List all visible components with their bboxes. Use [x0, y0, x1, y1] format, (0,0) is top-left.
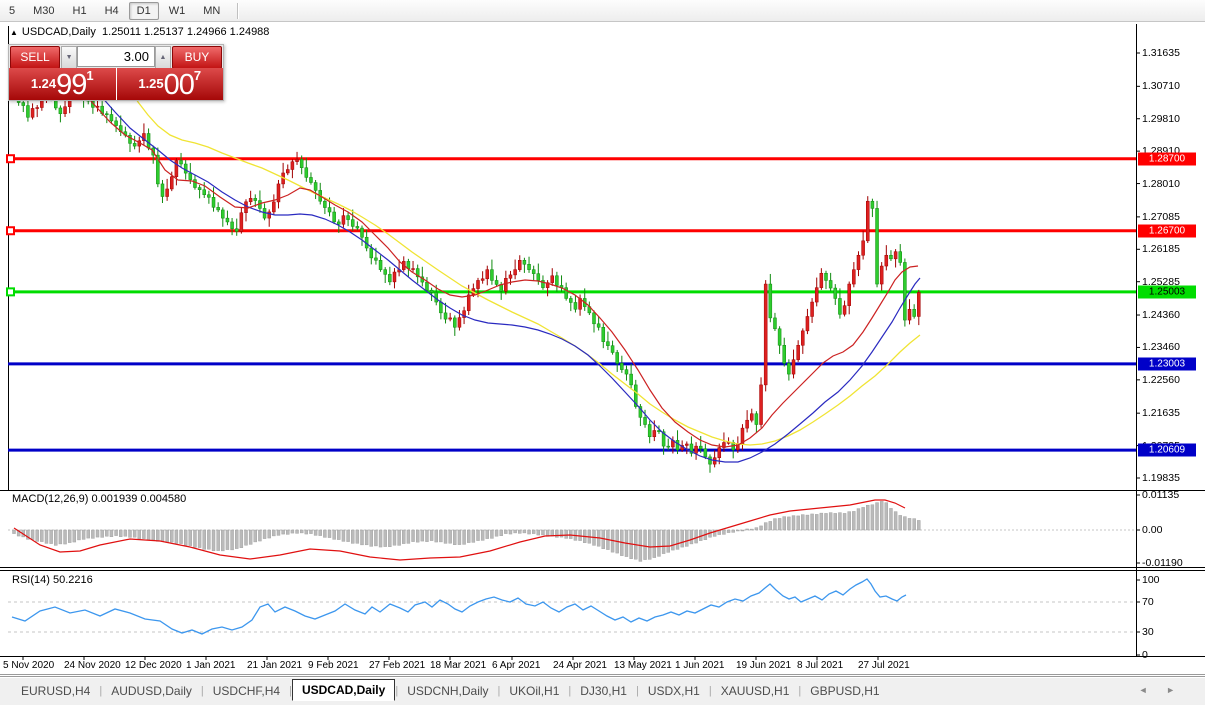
date-axis-label: 13 May 2021 [614, 660, 672, 671]
rsi-axis-label: 70 [1142, 596, 1154, 608]
volume-input[interactable] [77, 46, 155, 67]
macd-panel [8, 500, 1136, 561]
timeframe-button-h1[interactable]: H1 [65, 2, 95, 20]
date-axis-label: 19 Jun 2021 [736, 660, 791, 671]
volume-decrease-button[interactable]: ▼ [61, 46, 77, 69]
timeframe-button-w1[interactable]: W1 [161, 2, 194, 20]
mt4-window: 5M30H1H4D1W1MN ▲ USDCAD,Daily 1.25011 1.2… [0, 0, 1205, 705]
chart-expand-icon[interactable]: ▲ [10, 28, 18, 37]
sell-price-sup: 1 [86, 68, 93, 83]
chart-canvas[interactable] [0, 0, 1205, 705]
date-axis-label: 18 Mar 2021 [430, 660, 486, 671]
tab-usdcnh-daily[interactable]: USDCNH,Daily [398, 681, 497, 701]
rsi-axis-label: 30 [1142, 626, 1154, 638]
sell-price-main: 99 [56, 69, 86, 100]
timeframe-button-m30[interactable]: M30 [25, 2, 62, 20]
price-axis-label: 1.23460 [1142, 341, 1180, 353]
rsi-indicator-label: RSI(14) 50.2216 [12, 574, 93, 586]
axis-tick-marks [23, 53, 1140, 660]
toolbar-separator [237, 3, 239, 19]
price-axis-label: 1.24360 [1142, 309, 1180, 321]
date-axis-label: 6 Apr 2021 [492, 660, 540, 671]
rsi-panel [8, 579, 1136, 634]
date-axis-label: 5 Nov 2020 [3, 660, 54, 671]
price-axis-label: 1.19835 [1142, 472, 1180, 484]
date-axis-label: 27 Jul 2021 [858, 660, 910, 671]
buy-price-small: 1.25 [138, 76, 163, 91]
price-axis-label: 1.21635 [1142, 407, 1180, 419]
date-axis-label: 9 Feb 2021 [308, 660, 359, 671]
price-axis-label: 1.26185 [1142, 243, 1180, 255]
rsi-axis-label: 100 [1142, 574, 1160, 586]
price-axis-label: 1.31635 [1142, 47, 1180, 59]
macd-axis-label: 0.00 [1142, 524, 1162, 536]
volume-increase-button[interactable]: ▲ [155, 46, 171, 69]
price-level-badge: 1.23003 [1138, 357, 1196, 370]
price-axis-label: 1.30710 [1142, 80, 1180, 92]
timeframe-button-h4[interactable]: H4 [97, 2, 127, 20]
timeframe-button-mn[interactable]: MN [195, 2, 228, 20]
chart-frame [0, 24, 1205, 675]
tab-eurusd-h4[interactable]: EURUSD,H4 [12, 681, 99, 701]
price-level-badge: 1.20609 [1138, 444, 1196, 457]
timeframe-toolbar: 5M30H1H4D1W1MN [0, 0, 1205, 22]
moving-averages [90, 60, 920, 462]
date-axis-label: 1 Jun 2021 [675, 660, 725, 671]
tab-usdchf-h4[interactable]: USDCHF,H4 [204, 681, 289, 701]
timeframe-button-d1[interactable]: D1 [129, 2, 159, 20]
buy-price-main: 00 [164, 69, 194, 100]
rsi-axis-label: 0 [1142, 649, 1148, 661]
price-axis-label: 1.28010 [1142, 178, 1180, 190]
sell-price-display[interactable]: 1.24991 [9, 68, 117, 100]
buy-price-display[interactable]: 1.25007 [117, 68, 224, 100]
date-axis-label: 1 Jan 2021 [186, 660, 236, 671]
chart-ohlc-values: 1.25011 1.25137 1.24966 1.24988 [102, 26, 269, 38]
buy-price-sup: 7 [194, 68, 201, 83]
tab-audusd-daily[interactable]: AUDUSD,Daily [102, 681, 201, 701]
price-axis-label: 1.27085 [1142, 211, 1180, 223]
date-axis-label: 21 Jan 2021 [247, 660, 302, 671]
date-axis-label: 12 Dec 2020 [125, 660, 182, 671]
macd-axis-label: 0.01135 [1142, 489, 1179, 501]
tab-scroll-arrows[interactable]: ◄ ► [1139, 685, 1183, 695]
date-axis-label: 24 Nov 2020 [64, 660, 121, 671]
tab-usdx-h1[interactable]: USDX,H1 [639, 681, 709, 701]
date-axis-label: 24 Apr 2021 [553, 660, 607, 671]
tab-usdcad-daily[interactable]: USDCAD,Daily [292, 679, 395, 701]
chart-symbol-label: USDCAD,Daily [22, 26, 96, 38]
chart-title: ▲ USDCAD,Daily 1.25011 1.25137 1.24966 1.… [10, 26, 269, 38]
one-click-trade-panel: SELL ▼ ▲ BUY 1.24991 1.25007 [8, 44, 224, 101]
date-axis-label: 27 Feb 2021 [369, 660, 425, 671]
tab-ukoil-h1[interactable]: UKOil,H1 [500, 681, 568, 701]
price-level-badge: 1.25003 [1138, 285, 1196, 298]
sell-price-small: 1.24 [31, 76, 56, 91]
price-level-badge: 1.26700 [1138, 224, 1196, 237]
date-axis-label: 8 Jul 2021 [797, 660, 843, 671]
timeframe-button-5[interactable]: 5 [1, 2, 23, 20]
buy-button[interactable]: BUY [172, 46, 222, 69]
tab-gbpusd-h1[interactable]: GBPUSD,H1 [801, 681, 888, 701]
sell-button[interactable]: SELL [10, 46, 60, 69]
tab-dj30-h1[interactable]: DJ30,H1 [571, 681, 636, 701]
macd-indicator-label: MACD(12,26,9) 0.001939 0.004580 [12, 493, 186, 505]
price-axis-label: 1.22560 [1142, 374, 1180, 386]
chart-tabbar: EURUSD,H4|AUDUSD,Daily|USDCHF,H4|USDCAD,… [0, 676, 1205, 705]
tab-xauusd-h1[interactable]: XAUUSD,H1 [712, 681, 799, 701]
price-level-badge: 1.28700 [1138, 152, 1196, 165]
macd-axis-label: -0.01190 [1142, 557, 1183, 569]
candlesticks [13, 80, 921, 473]
price-axis-label: 1.29810 [1142, 113, 1180, 125]
